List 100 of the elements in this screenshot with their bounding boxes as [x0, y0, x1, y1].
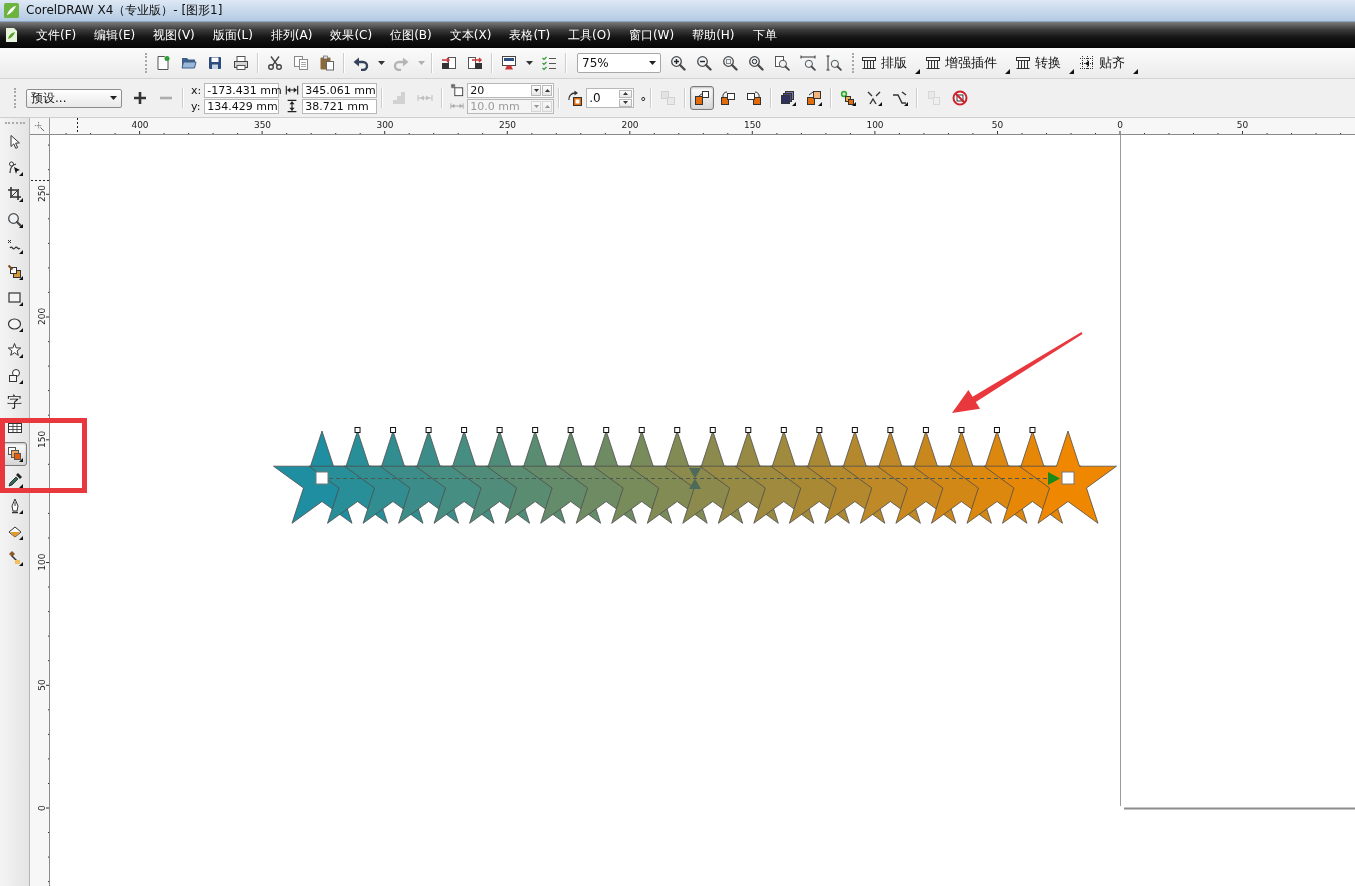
up-triangle-icon [623, 92, 629, 95]
field-label: x: [191, 83, 202, 97]
freehand-curve-icon [6, 238, 23, 254]
zoom-in-icon [670, 55, 686, 71]
table-grid-icon [6, 420, 23, 436]
zoom-out-icon [696, 55, 712, 71]
menu-item[interactable]: 下单 [743, 22, 786, 48]
toolbar-menu-button[interactable]: 排版 [858, 51, 920, 75]
stacked-squares-icon [780, 90, 797, 106]
menu-item[interactable]: 窗口(W) [619, 22, 684, 48]
scissors-icon [267, 55, 283, 71]
node-handle[interactable] [1029, 427, 1036, 433]
node-handle[interactable] [638, 427, 645, 433]
height-magnifier-icon [826, 55, 842, 71]
ruler-label: 300 [376, 120, 394, 130]
grid-panel-icon [861, 55, 877, 71]
menu-item[interactable]: 帮助(H) [683, 22, 744, 48]
menu-item[interactable]: 排列(A) [261, 22, 322, 48]
menu-item[interactable]: 位图(B) [381, 22, 441, 48]
position-field[interactable]: -173.431 mm [204, 82, 280, 98]
node-handle[interactable] [354, 427, 361, 433]
magnifier-circle-icon [748, 55, 764, 71]
ruler-label: 400 [131, 120, 149, 130]
spin-down-button[interactable] [531, 84, 542, 96]
node-handle[interactable] [851, 427, 858, 433]
width-field[interactable]: 345.061 mm [302, 82, 378, 98]
node-handle[interactable] [532, 427, 539, 433]
grid-panel-icon [1015, 55, 1031, 71]
down-triangle-icon [623, 101, 629, 104]
ruler-label: 150 [743, 120, 762, 130]
node-handle[interactable] [958, 427, 965, 433]
menu-item[interactable]: 工具(O) [559, 22, 620, 48]
converging-arrows-icon [866, 90, 883, 106]
checklist-icon [541, 55, 557, 71]
fill-squares-icon [6, 264, 23, 280]
horizontal-arrows-icon [285, 83, 300, 97]
ruler-label: 100 [37, 553, 47, 571]
node-handle[interactable] [887, 427, 894, 433]
caret-down-icon [377, 61, 385, 65]
spin-down-button[interactable] [619, 98, 633, 107]
magnifier-icon [6, 212, 23, 228]
node-handle[interactable] [567, 427, 574, 433]
app-logo-icon [4, 3, 19, 18]
ruler-label: 250 [498, 120, 517, 130]
position-field[interactable]: 134.429 mm [204, 98, 280, 114]
page-arrow-in-icon [441, 55, 457, 71]
node-handle[interactable] [390, 427, 397, 433]
text-button[interactable]: 字 [2, 390, 27, 414]
curve-arrows-icon [892, 90, 909, 106]
rotation-field[interactable]: .0 [586, 88, 635, 108]
ruler-label: 200 [37, 307, 47, 325]
toolbar-menu-button[interactable]: 贴齐 [1076, 51, 1138, 75]
squares-curved-arrow-icon [720, 90, 737, 106]
rotate-arrow-icon [567, 90, 584, 106]
page-arrow-out-icon [467, 55, 483, 71]
ruler-origin-icon[interactable] [34, 120, 45, 132]
node-handle[interactable] [603, 427, 610, 433]
squares-diagonal-icon [694, 90, 711, 106]
node-handle[interactable] [461, 427, 468, 433]
blend-squares-icon [6, 446, 23, 462]
squares-arrow-icon [806, 90, 823, 106]
clipboard-icon [319, 55, 335, 71]
document-icon[interactable] [5, 27, 18, 43]
menu-item[interactable]: 效果(C) [321, 22, 382, 48]
ruler-label: 250 [37, 184, 47, 203]
node-handle[interactable] [425, 427, 432, 433]
ruler-label: 150 [37, 430, 47, 448]
node-handle[interactable] [709, 427, 716, 433]
toolbar-menu-button[interactable]: 增强插件 [922, 51, 1010, 75]
squares-reverse-arrow-icon [746, 90, 763, 106]
zoom-level-combo[interactable]: 75% [577, 53, 661, 73]
eyedropper-icon [6, 472, 23, 488]
steps-field[interactable]: 20 [467, 82, 555, 98]
faded-squares-icon [660, 90, 677, 106]
direct-button[interactable] [690, 86, 715, 110]
menu-item[interactable]: 编辑(E) [85, 22, 145, 48]
blend-handle[interactable] [1061, 471, 1075, 485]
node-handle[interactable] [922, 427, 929, 433]
rectangle-icon [6, 290, 23, 306]
blend-handle[interactable] [315, 471, 329, 485]
unit-label: ° [640, 95, 647, 109]
menu-item[interactable]: 视图(V) [144, 22, 204, 48]
node-handle[interactable] [780, 427, 787, 433]
ruler-label: 350 [253, 120, 272, 130]
new-page-icon [155, 55, 171, 71]
node-handle[interactable] [745, 427, 752, 433]
preset-dropdown[interactable]: 预设... [26, 88, 122, 108]
node-handle[interactable] [496, 427, 503, 433]
ruler-label: 0 [37, 805, 47, 811]
menu-item[interactable]: 表格(T) [500, 22, 560, 48]
spin-up-button[interactable] [619, 89, 633, 98]
menu-item[interactable]: 版面(L) [203, 22, 262, 48]
menu-item[interactable]: 文件(F) [27, 22, 86, 48]
node-handle[interactable] [674, 427, 681, 433]
spin-up-button[interactable] [542, 84, 553, 96]
node-handle[interactable] [816, 427, 823, 433]
toolbar-menu-button[interactable]: 转换 [1012, 51, 1074, 75]
node-handle[interactable] [993, 427, 1000, 433]
menu-item[interactable]: 文本(X) [440, 22, 501, 48]
height-field[interactable]: 38.721 mm [302, 98, 378, 114]
